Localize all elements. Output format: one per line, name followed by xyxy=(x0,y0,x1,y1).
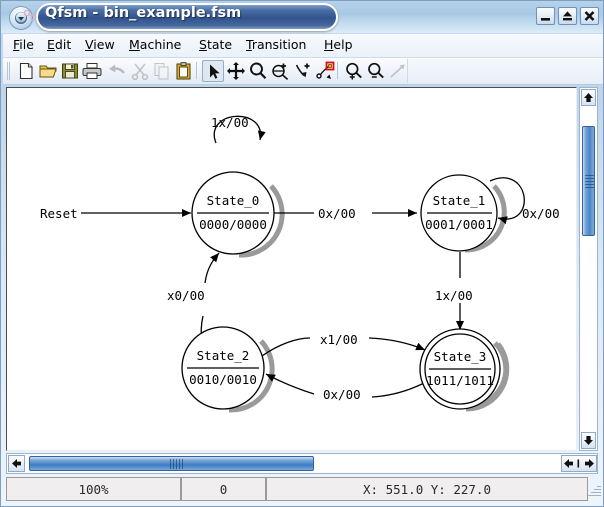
transition-label: x1/00 xyxy=(320,332,358,347)
toolbar-separator xyxy=(196,62,197,79)
state-code: 0001/0001 xyxy=(425,217,493,232)
arrow-tool-icon xyxy=(387,60,409,82)
scroll-down-arrow-icon[interactable] xyxy=(581,432,596,449)
fsm-diagram: Reset 1x/00 0x/00 0x/00 1x/00 x0/00 x1/0… xyxy=(40,115,560,413)
menu-item-file[interactable]: File xyxy=(13,37,34,52)
menu-item-edit[interactable]: Edit xyxy=(47,37,71,52)
add-state-icon[interactable] xyxy=(269,60,291,82)
entry-label: Reset xyxy=(40,206,78,221)
magnifier-icon[interactable] xyxy=(247,60,269,82)
add-transition-icon[interactable] xyxy=(292,60,314,82)
minimize-button[interactable] xyxy=(536,7,555,25)
state-name: State_0 xyxy=(207,193,260,208)
window-title: Qfsm - bin_example.fsm xyxy=(45,5,242,21)
pointer-select-icon[interactable] xyxy=(202,60,224,82)
horizontal-scroll-thumb[interactable] xyxy=(29,456,314,471)
qfsm-application-window: Qfsm - bin_example.fsm File Edit View Ma… xyxy=(0,0,604,507)
toolbar-separator xyxy=(337,62,338,79)
state-code: 0010/0010 xyxy=(189,372,257,387)
menu-item-help[interactable]: Help xyxy=(324,37,353,52)
save-disk-icon[interactable] xyxy=(59,60,81,82)
new-file-icon[interactable] xyxy=(15,60,37,82)
resize-grip[interactable] xyxy=(588,485,602,499)
toolbar-grip[interactable] xyxy=(6,62,12,80)
copy-icon xyxy=(151,60,173,82)
state-node-state_2[interactable]: State_2 0010/0010 xyxy=(181,326,265,410)
vertical-scrollbar[interactable] xyxy=(579,87,598,451)
transition-label: x0/00 xyxy=(167,288,205,303)
transition-label: 1x/00 xyxy=(211,115,249,130)
open-folder-icon[interactable] xyxy=(37,60,59,82)
state-node-state_0[interactable]: State_0 0000/0000 xyxy=(191,171,275,255)
status-coordinates: X: 551.0 Y: 227.0 xyxy=(266,477,588,501)
state-node-state_1[interactable]: State_1 0001/0001 xyxy=(420,174,498,252)
transition-label: 0x/00 xyxy=(323,387,361,402)
transition-label: 0x/00 xyxy=(522,206,560,221)
zoom-out-icon[interactable] xyxy=(365,60,387,82)
fsm-canvas[interactable]: Reset 1x/00 0x/00 0x/00 1x/00 x0/00 x1/0… xyxy=(6,87,577,451)
state-code: 0000/0000 xyxy=(199,217,267,232)
move-cross-icon[interactable] xyxy=(225,60,247,82)
transition-label: 0x/00 xyxy=(318,206,356,221)
title-bar: Qfsm - bin_example.fsm xyxy=(1,1,603,33)
print-icon[interactable] xyxy=(81,60,103,82)
toolbar-empty-area xyxy=(407,59,603,83)
horizontal-scrollbar[interactable] xyxy=(6,453,598,474)
close-button[interactable] xyxy=(580,7,599,25)
toolbar xyxy=(3,58,603,85)
status-bar: 100% 0 X: 551.0 Y: 227.0 xyxy=(6,477,601,501)
state-name: State_3 xyxy=(434,349,487,364)
fsm-icon xyxy=(23,9,37,21)
undo-arrow-icon xyxy=(106,60,128,82)
scroll-left-arrow-icon[interactable] xyxy=(8,455,25,472)
scroll-up-arrow-icon[interactable] xyxy=(581,89,596,106)
menu-bar: File Edit View Machine State Transition … xyxy=(3,34,603,58)
zoom-in-icon[interactable] xyxy=(343,60,365,82)
state-name: State_1 xyxy=(433,193,486,208)
maximize-button[interactable] xyxy=(558,7,577,25)
paste-clipboard-icon[interactable] xyxy=(173,60,195,82)
cut-scissors-icon xyxy=(129,60,151,82)
state-name: State_2 xyxy=(197,348,250,363)
menu-item-state[interactable]: State xyxy=(199,37,232,52)
state-node-state_3[interactable]: State_3 1011/1011 xyxy=(419,328,501,410)
menu-item-view[interactable]: View xyxy=(85,37,115,52)
status-count: 0 xyxy=(181,477,266,501)
vertical-scroll-thumb[interactable] xyxy=(582,126,595,236)
state-code: 1011/1011 xyxy=(426,373,494,388)
status-zoom-level: 100% xyxy=(6,477,181,501)
edit-transition-icon[interactable] xyxy=(314,60,336,82)
menu-item-transition[interactable]: Transition xyxy=(246,37,306,52)
scroll-left-right-arrows-icon[interactable] xyxy=(561,455,597,472)
transition-label: 1x/00 xyxy=(435,288,473,303)
menu-item-machine[interactable]: Machine xyxy=(129,37,181,52)
